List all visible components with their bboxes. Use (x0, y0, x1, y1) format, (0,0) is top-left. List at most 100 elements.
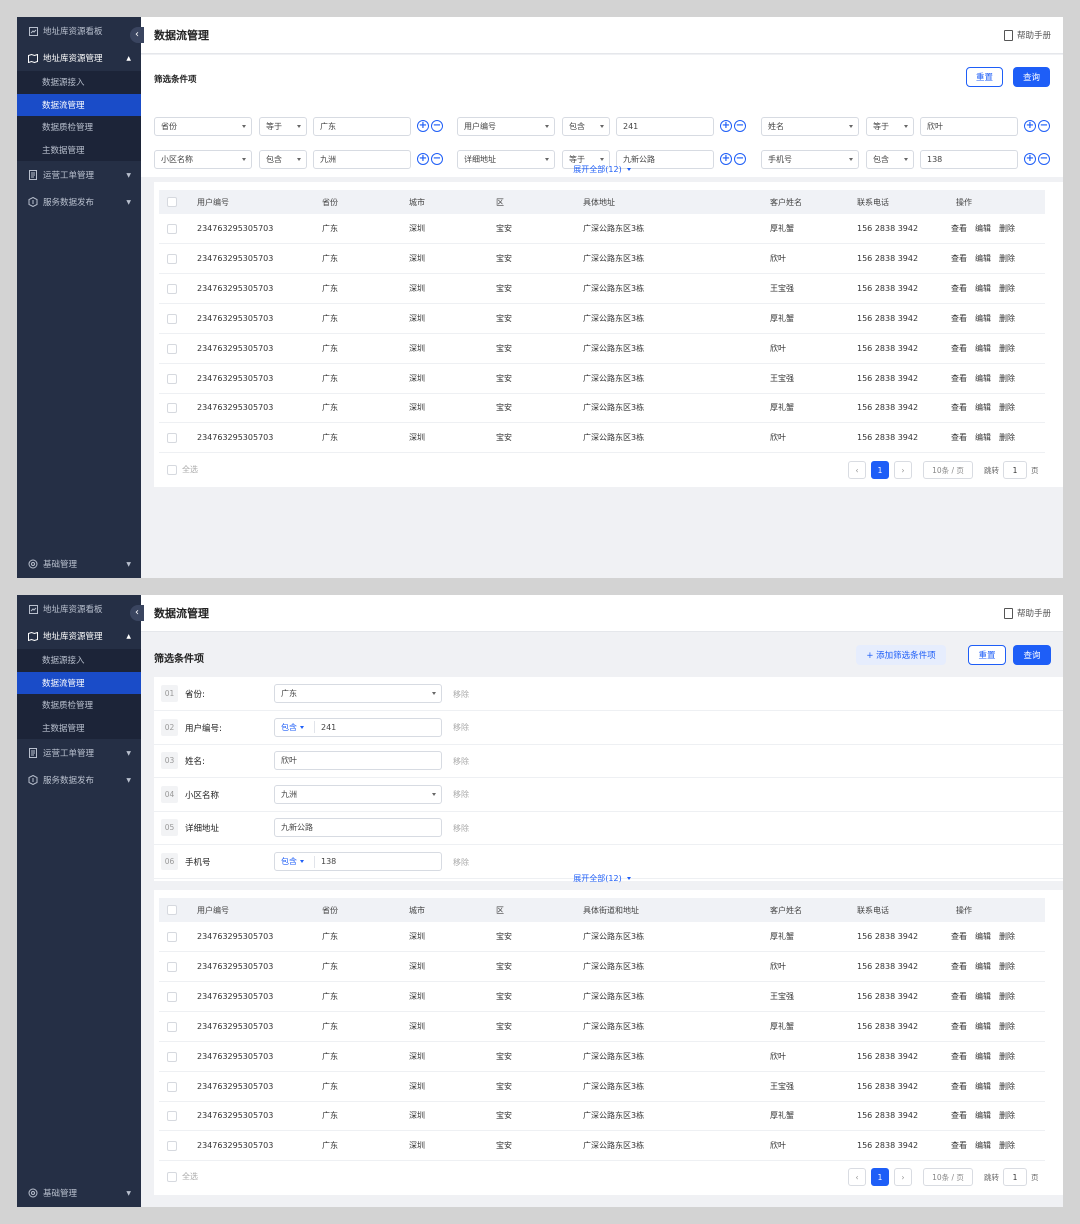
sidebar-subitem-data-flow[interactable]: 数据流管理 (17, 671, 141, 694)
sidebar-item-tickets[interactable]: 运营工单管理 ▼ (17, 740, 141, 766)
filter-value-input[interactable]: 241 (616, 117, 714, 136)
edit-link[interactable]: 编辑 (975, 961, 991, 972)
delete-link[interactable]: 删除 (999, 253, 1015, 264)
help-link[interactable]: 帮助手册 (1003, 607, 1051, 619)
remove-condition-link[interactable]: 移除 (453, 811, 469, 845)
row-checkbox[interactable] (167, 1111, 177, 1122)
edit-link[interactable]: 编辑 (975, 432, 991, 443)
row-checkbox[interactable] (167, 224, 177, 234)
edit-link[interactable]: 编辑 (975, 253, 991, 264)
sidebar-collapse-button[interactable]: ‹ (130, 605, 144, 621)
edit-link[interactable]: 编辑 (975, 1140, 991, 1151)
next-page-button[interactable]: › (894, 1168, 912, 1186)
filter-value-input[interactable]: 广东 (313, 117, 411, 136)
sidebar-item-publish[interactable]: 服务数据发布 ▼ (17, 767, 141, 793)
help-link[interactable]: 帮助手册 (1003, 29, 1051, 41)
edit-link[interactable]: 编辑 (975, 402, 991, 413)
row-checkbox[interactable] (167, 313, 177, 324)
prev-page-button[interactable]: ‹ (848, 461, 866, 479)
condition-select[interactable]: 九洲 (274, 784, 442, 804)
sidebar-subitem-master-data[interactable]: 主数据管理 (17, 139, 141, 162)
page-1-button[interactable]: 1 (871, 461, 889, 479)
field-select[interactable]: 姓名 (761, 117, 859, 136)
select-all[interactable]: 全选 (167, 1171, 198, 1182)
view-link[interactable]: 查看 (951, 343, 967, 354)
sidebar-subitem-data-flow[interactable]: 数据流管理 (17, 93, 141, 116)
view-link[interactable]: 查看 (951, 313, 967, 324)
row-checkbox[interactable] (167, 283, 177, 294)
minus-circle-icon[interactable]: − (734, 120, 746, 132)
delete-link[interactable]: 删除 (999, 283, 1015, 294)
row-checkbox[interactable] (167, 1141, 177, 1152)
delete-link[interactable]: 删除 (999, 373, 1015, 384)
edit-link[interactable]: 编辑 (975, 283, 991, 294)
plus-circle-icon[interactable]: + (417, 120, 429, 132)
select-all-checkbox[interactable] (167, 905, 177, 915)
view-link[interactable]: 查看 (951, 931, 967, 942)
reset-button[interactable]: 重置 (968, 645, 1006, 665)
row-checkbox[interactable] (167, 1081, 177, 1092)
operator-select[interactable]: 等于 (866, 117, 914, 136)
sidebar-subitem-quality[interactable]: 数据质检管理 (17, 694, 141, 717)
operator-select[interactable]: 等于 (259, 117, 307, 136)
minus-circle-icon[interactable]: − (1038, 120, 1050, 132)
condition-input[interactable]: 九新公路 (274, 818, 442, 838)
view-link[interactable]: 查看 (951, 1021, 967, 1032)
delete-link[interactable]: 删除 (999, 991, 1015, 1002)
view-link[interactable]: 查看 (951, 1140, 967, 1151)
sidebar-subitem-master-data[interactable]: 主数据管理 (17, 717, 141, 740)
sidebar-subitem-data-source[interactable]: 数据源接入 (17, 71, 141, 94)
sidebar-item-address-resource[interactable]: 地址库资源管理 ▲ (17, 45, 141, 71)
edit-link[interactable]: 编辑 (975, 373, 991, 384)
delete-link[interactable]: 删除 (999, 961, 1015, 972)
prev-page-button[interactable]: ‹ (848, 1168, 866, 1186)
plus-circle-icon[interactable]: + (720, 120, 732, 132)
next-page-button[interactable]: › (894, 461, 912, 479)
view-link[interactable]: 查看 (951, 961, 967, 972)
view-link[interactable]: 查看 (951, 283, 967, 294)
view-link[interactable]: 查看 (951, 253, 967, 264)
remove-condition-link[interactable]: 移除 (453, 778, 469, 812)
sidebar-item-basic-settings[interactable]: 基础管理 ▼ (17, 1180, 141, 1206)
row-checkbox[interactable] (167, 403, 177, 414)
minus-circle-icon[interactable]: − (431, 120, 443, 132)
edit-link[interactable]: 编辑 (975, 1081, 991, 1092)
edit-link[interactable]: 编辑 (975, 223, 991, 234)
delete-link[interactable]: 删除 (999, 1021, 1015, 1032)
view-link[interactable]: 查看 (951, 1081, 967, 1092)
operator-select[interactable]: 包含 (562, 117, 610, 136)
sidebar-subitem-quality[interactable]: 数据质检管理 (17, 116, 141, 139)
row-checkbox[interactable] (167, 991, 177, 1002)
row-checkbox[interactable] (167, 932, 177, 942)
query-button[interactable]: 查询 (1013, 645, 1051, 665)
row-checkbox[interactable] (167, 253, 177, 264)
condition-select[interactable]: 广东 (274, 684, 442, 703)
select-all-footer-checkbox[interactable] (167, 1171, 177, 1182)
sidebar-item-tickets[interactable]: 运营工单管理 ▼ (17, 162, 141, 188)
sidebar-item-address-resource[interactable]: 地址库资源管理 ▲ (17, 623, 141, 649)
view-link[interactable]: 查看 (951, 373, 967, 384)
delete-link[interactable]: 删除 (999, 931, 1015, 942)
sidebar-item-dashboard[interactable]: 地址库资源看板 (17, 596, 141, 622)
delete-link[interactable]: 删除 (999, 223, 1015, 234)
delete-link[interactable]: 删除 (999, 1140, 1015, 1151)
view-link[interactable]: 查看 (951, 991, 967, 1002)
remove-condition-link[interactable]: 移除 (453, 711, 469, 745)
delete-link[interactable]: 删除 (999, 1081, 1015, 1092)
page-size-select[interactable]: 10条 / 页 (923, 1168, 973, 1186)
row-checkbox[interactable] (167, 373, 177, 384)
operator-dropdown[interactable]: 包含 (281, 856, 304, 867)
delete-link[interactable]: 删除 (999, 402, 1015, 413)
page-1-button[interactable]: 1 (871, 1168, 889, 1186)
sidebar-item-basic-settings[interactable]: 基础管理 ▼ (17, 551, 141, 577)
condition-input-with-operator[interactable]: 包含 241 (274, 717, 442, 737)
view-link[interactable]: 查看 (951, 1051, 967, 1062)
view-link[interactable]: 查看 (951, 432, 967, 443)
jump-input[interactable]: 1 (1003, 1168, 1027, 1186)
edit-link[interactable]: 编辑 (975, 931, 991, 942)
remove-condition-link[interactable]: 移除 (453, 744, 469, 778)
select-all[interactable]: 全选 (167, 464, 198, 475)
delete-link[interactable]: 删除 (999, 343, 1015, 354)
sidebar-item-dashboard[interactable]: 地址库资源看板 (17, 18, 141, 44)
condition-input-with-operator[interactable]: 包含 138 (274, 852, 442, 871)
